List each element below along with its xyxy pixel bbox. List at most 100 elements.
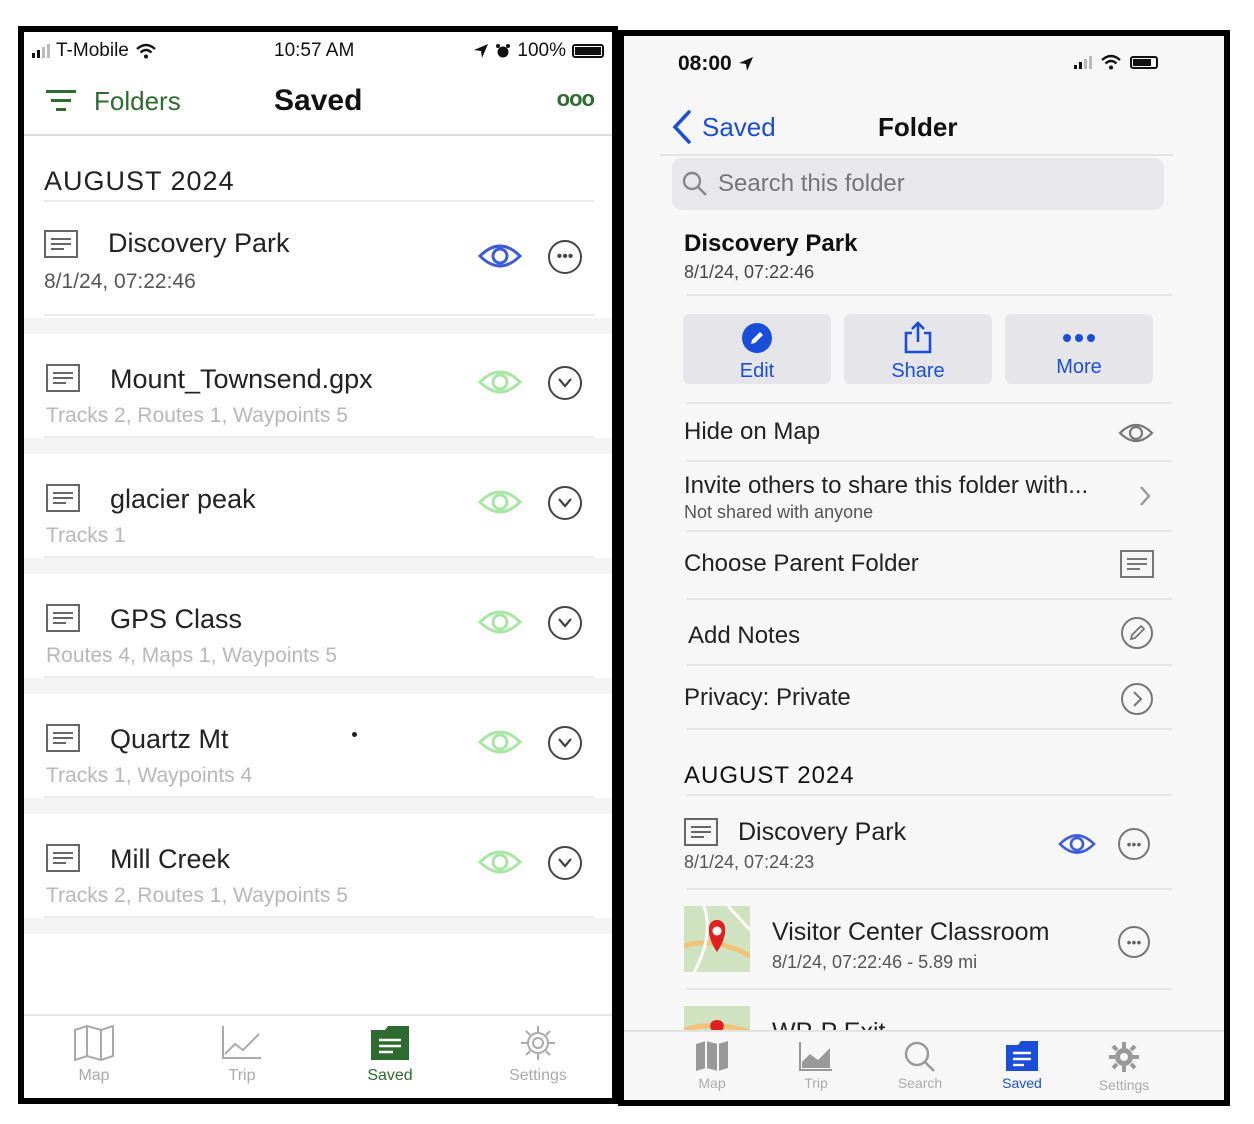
- more-icon: [1063, 334, 1095, 342]
- choose-parent-folder-row[interactable]: Choose Parent Folder: [684, 550, 919, 578]
- chevron-down-circle-icon[interactable]: [548, 846, 582, 880]
- invite-row[interactable]: Invite others to share this folder with.…: [684, 472, 1088, 500]
- list-item-subtitle: Tracks 1, Waypoints 4: [46, 764, 253, 787]
- list-item-title[interactable]: Mill Creek: [110, 844, 230, 875]
- chevron-down-circle-icon[interactable]: [548, 366, 582, 400]
- map-icon: [74, 1024, 114, 1062]
- eye-icon[interactable]: [477, 606, 523, 643]
- map-thumbnail-icon: [684, 906, 750, 972]
- folders-filter-icon[interactable]: [46, 88, 78, 114]
- list-item-subtitle: Tracks 1: [46, 524, 126, 547]
- more-label: More: [1056, 356, 1102, 378]
- ellipsis-circle-icon[interactable]: •••: [1118, 926, 1150, 958]
- tab-map[interactable]: Map: [672, 1040, 752, 1091]
- battery-icon: [572, 44, 604, 58]
- hide-on-map-row[interactable]: Hide on Map: [684, 418, 820, 446]
- list-item-subtitle: Tracks 2, Routes 1, Waypoints 5: [46, 404, 348, 427]
- chevron-circle-icon[interactable]: [1120, 682, 1154, 716]
- tab-saved-label: Saved: [1002, 1075, 1042, 1091]
- list-item-title[interactable]: Visitor Center Classroom: [772, 918, 1049, 947]
- tab-trip[interactable]: Trip: [776, 1040, 856, 1091]
- right-phone-screen: 08:00 Saved Folder Discovery Park 8/1/24…: [618, 30, 1230, 1106]
- status-bar-left: T-Mobile: [32, 40, 157, 62]
- tab-settings-label: Settings: [1098, 1077, 1150, 1093]
- chevron-down-circle-icon[interactable]: [548, 486, 582, 520]
- alarm-icon: [496, 44, 511, 58]
- eye-icon[interactable]: [477, 726, 523, 763]
- dot-marker: [352, 732, 357, 737]
- edit-label: Edit: [739, 360, 775, 382]
- folder-doc-icon[interactable]: [1120, 550, 1154, 578]
- tab-saved[interactable]: Saved: [350, 1024, 430, 1085]
- gear-icon: [521, 1026, 555, 1060]
- folder-title[interactable]: Discovery Park: [108, 228, 290, 259]
- more-button[interactable]: More: [1005, 314, 1153, 384]
- tab-saved-label: Saved: [367, 1067, 413, 1084]
- list-item[interactable]: glacier peak Tracks 1: [24, 454, 612, 574]
- tab-map[interactable]: Map: [54, 1024, 134, 1085]
- tab-settings-label: Settings: [509, 1067, 567, 1084]
- list-item[interactable]: GPS Class Routes 4, Maps 1, Waypoints 5: [24, 574, 612, 694]
- document-icon: [46, 724, 80, 752]
- tab-trip[interactable]: Trip: [202, 1024, 282, 1085]
- chevron-right-icon[interactable]: [1138, 484, 1152, 508]
- eye-icon[interactable]: [478, 240, 522, 272]
- section-header: AUGUST 2024: [684, 762, 855, 789]
- eye-icon[interactable]: [1058, 830, 1096, 858]
- wifi-icon: [136, 43, 156, 59]
- search-field[interactable]: [672, 158, 1164, 210]
- pencil-circle-icon[interactable]: [1120, 616, 1154, 650]
- privacy-row[interactable]: Privacy: Private: [684, 684, 851, 712]
- chevron-down-circle-icon[interactable]: [548, 726, 582, 760]
- eye-icon[interactable]: [477, 486, 523, 523]
- document-icon: [46, 484, 80, 512]
- status-icons-right: [1074, 54, 1158, 70]
- tab-search[interactable]: Search: [880, 1040, 960, 1091]
- list-item-title[interactable]: Mount_Townsend.gpx: [110, 364, 373, 395]
- list-item-subtitle: Tracks 2, Routes 1, Waypoints 5: [46, 884, 348, 907]
- more-options-button[interactable]: ooo: [557, 86, 595, 112]
- chevron-down-circle-icon[interactable]: [548, 606, 582, 640]
- back-button[interactable]: Saved: [702, 112, 776, 143]
- chart-line-icon: [222, 1026, 261, 1059]
- carrier-label: T-Mobile: [56, 40, 129, 61]
- search-icon: [904, 1041, 935, 1072]
- tab-saved[interactable]: Saved: [982, 1040, 1062, 1091]
- section-header: AUGUST 2024: [44, 166, 235, 196]
- document-icon: [46, 604, 80, 632]
- tab-settings[interactable]: Settings: [1084, 1040, 1164, 1093]
- list-item-title[interactable]: glacier peak: [110, 484, 256, 515]
- eye-icon[interactable]: [477, 366, 523, 403]
- wifi-icon: [1101, 54, 1121, 70]
- battery-percent: 100%: [517, 40, 566, 61]
- document-icon: [684, 818, 718, 846]
- left-phone-screen: T-Mobile 10:57 AM 100% Folders Saved ooo…: [18, 26, 618, 1104]
- list-item[interactable]: Quartz Mt Tracks 1, Waypoints 4: [24, 694, 612, 814]
- status-time-right: 08:00: [678, 52, 732, 75]
- edit-button[interactable]: Edit: [683, 314, 831, 384]
- battery-icon: [1130, 55, 1158, 69]
- ellipsis-circle-icon[interactable]: •••: [548, 240, 582, 274]
- document-icon: [44, 230, 78, 258]
- folder-date: 8/1/24, 07:22:46: [44, 270, 196, 293]
- tab-settings[interactable]: Settings: [498, 1024, 578, 1085]
- gear-icon: [1109, 1042, 1139, 1072]
- tab-map-label: Map: [78, 1067, 110, 1084]
- location-arrow-icon: [738, 57, 753, 71]
- invite-subtitle: Not shared with anyone: [684, 502, 874, 522]
- search-input[interactable]: [716, 166, 1150, 202]
- back-chevron-icon[interactable]: [672, 110, 692, 144]
- add-notes-row[interactable]: Add Notes: [688, 622, 800, 650]
- list-item-title[interactable]: GPS Class: [110, 604, 242, 635]
- ellipsis-circle-icon[interactable]: •••: [1118, 828, 1150, 860]
- list-item[interactable]: Mount_Townsend.gpx Tracks 2, Routes 1, Wa…: [24, 334, 612, 454]
- eye-icon[interactable]: [1118, 420, 1154, 446]
- share-button[interactable]: Share: [844, 314, 992, 384]
- signal-icon: [32, 44, 50, 58]
- status-right: 100%: [473, 40, 604, 62]
- folders-button[interactable]: Folders: [94, 86, 181, 117]
- list-item[interactable]: Mill Creek Tracks 2, Routes 1, Waypoints …: [24, 814, 612, 934]
- list-item-title[interactable]: Discovery Park: [738, 818, 906, 847]
- list-item-title[interactable]: Quartz Mt: [110, 724, 229, 755]
- eye-icon[interactable]: [477, 846, 523, 883]
